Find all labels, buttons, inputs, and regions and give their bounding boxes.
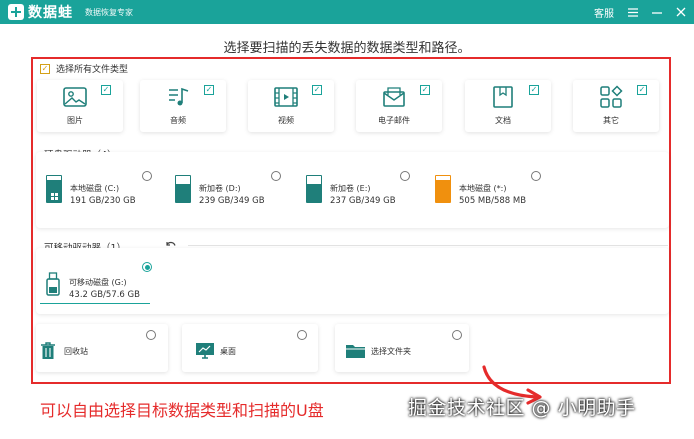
- checkbox-check-icon[interactable]: ✓: [420, 85, 430, 95]
- drive-size: 43.2 GB/57.6 GB: [69, 290, 140, 300]
- file-type-label: 音频: [170, 116, 186, 125]
- file-type-label: 文档: [495, 116, 511, 125]
- usb-drive-icon: [46, 272, 60, 296]
- drive-name: 本地磁盘 (C:): [70, 184, 120, 193]
- drive-e[interactable]: 新加卷 (E:) 237 GB/349 GB: [306, 171, 418, 209]
- location-radio[interactable]: [297, 330, 307, 340]
- drive-radio[interactable]: [531, 171, 541, 181]
- document-icon: [493, 86, 513, 108]
- location-recycle-bin[interactable]: 回收站: [36, 324, 168, 372]
- drive-icon: [306, 175, 322, 203]
- checkbox-check-icon[interactable]: ✓: [101, 85, 111, 95]
- drive-radio[interactable]: [400, 171, 410, 181]
- drive-usage-fill: [307, 184, 321, 202]
- location-label: 桌面: [220, 347, 236, 356]
- drive-g[interactable]: 可移动磁盘 (G:) 43.2 GB/57.6 GB: [40, 258, 152, 304]
- file-type-label: 图片: [67, 116, 83, 125]
- drive-usage-fill: [436, 179, 450, 202]
- trash-icon: [41, 342, 55, 359]
- app-name: 数据蛙: [28, 5, 73, 21]
- app-subtitle: 数据恢复专家: [85, 7, 133, 17]
- section-divider: [188, 245, 668, 246]
- location-select-folder[interactable]: 选择文件夹: [335, 324, 469, 372]
- file-type-images[interactable]: ✓ 图片: [37, 80, 123, 132]
- desktop-icon: [196, 343, 214, 359]
- file-type-documents[interactable]: ✓ 文档: [465, 80, 551, 132]
- drive-size: 191 GB/230 GB: [70, 196, 136, 206]
- select-all-label: 选择所有文件类型: [56, 65, 129, 75]
- drive-icon: [175, 175, 191, 203]
- select-all-checkbox[interactable]: ✓ 选择所有文件类型: [40, 62, 128, 75]
- drive-name: 新加卷 (D:): [199, 184, 241, 193]
- checkbox-check-icon[interactable]: ✓: [204, 85, 214, 95]
- checkbox-check-icon[interactable]: ✓: [637, 85, 647, 95]
- watermark-text: 掘金技术社区 @ 小明助手: [408, 397, 636, 419]
- drive-size: 505 MB/588 MB: [459, 196, 527, 206]
- windows-icon: [51, 193, 58, 200]
- file-type-other[interactable]: ✓ 其它: [573, 80, 659, 132]
- folder-icon: [346, 345, 366, 358]
- file-type-label: 视频: [278, 116, 294, 125]
- minimize-icon[interactable]: [652, 8, 662, 17]
- drive-name: 新加卷 (E:): [330, 184, 371, 193]
- location-radio[interactable]: [452, 330, 462, 340]
- page-heading: 选择要扫描的丢失数据的数据类型和路径。: [223, 41, 471, 56]
- other-icon: [600, 85, 623, 108]
- title-bar: 数据蛙 数据恢复专家 客服: [0, 0, 694, 24]
- location-label: 回收站: [64, 347, 88, 356]
- location-radio[interactable]: [146, 330, 156, 340]
- drive-name: 可移动磁盘 (G:): [69, 278, 127, 287]
- close-icon[interactable]: [676, 7, 686, 17]
- file-type-email[interactable]: ✓ 电子邮件: [356, 80, 442, 132]
- checkbox-check-icon[interactable]: ✓: [312, 85, 322, 95]
- checkbox-check-icon[interactable]: ✓: [529, 85, 539, 95]
- music-icon: [169, 87, 189, 106]
- logo-cross-icon: [8, 4, 24, 20]
- video-icon: [274, 87, 298, 107]
- file-type-video[interactable]: ✓ 视频: [248, 80, 334, 132]
- drive-d[interactable]: 新加卷 (D:) 239 GB/349 GB: [175, 171, 287, 209]
- drive-radio[interactable]: [271, 171, 281, 181]
- customer-service-link[interactable]: 客服: [594, 5, 614, 20]
- drive-radio[interactable]: [142, 171, 152, 181]
- drive-usage-fill: [176, 184, 190, 202]
- location-label: 选择文件夹: [371, 347, 411, 356]
- drive-radio-selected[interactable]: [142, 262, 152, 272]
- drive-c[interactable]: 本地磁盘 (C:) 191 GB/230 GB: [46, 171, 158, 209]
- drive-name: 本地磁盘 (*:): [459, 184, 507, 193]
- file-type-audio[interactable]: ✓ 音频: [140, 80, 226, 132]
- image-icon: [63, 87, 87, 107]
- drive-icon: [435, 175, 451, 203]
- file-type-label: 电子邮件: [378, 116, 410, 125]
- drive-size: 239 GB/349 GB: [199, 196, 265, 206]
- checkbox-check-icon: ✓: [40, 63, 50, 74]
- menu-icon[interactable]: [628, 7, 638, 17]
- location-desktop[interactable]: 桌面: [182, 324, 318, 372]
- app-logo: 数据蛙: [8, 2, 73, 22]
- file-type-label: 其它: [603, 116, 619, 125]
- email-icon: [383, 87, 405, 107]
- drive-other[interactable]: 本地磁盘 (*:) 505 MB/588 MB: [435, 171, 547, 209]
- annotation-caption: 可以自由选择目标数据类型和扫描的U盘: [40, 401, 324, 420]
- drive-size: 237 GB/349 GB: [330, 196, 396, 206]
